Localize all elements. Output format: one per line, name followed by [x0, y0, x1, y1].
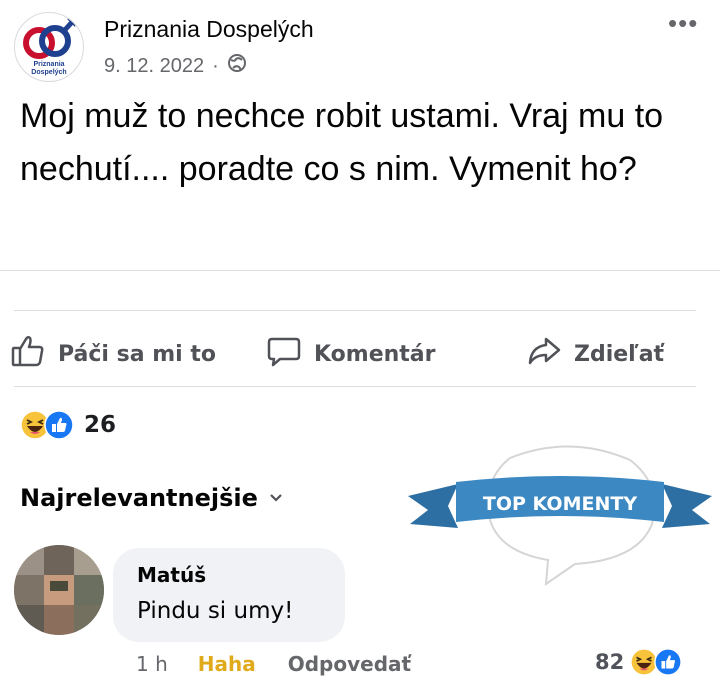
post-text: Moj muž to nechce robit ustami. Vraj mu …	[20, 97, 664, 188]
comment-haha-button[interactable]: Haha	[198, 652, 256, 676]
reaction-count: 26	[84, 412, 117, 438]
divider	[14, 310, 696, 311]
comment-timestamp[interactable]: 1 h	[136, 652, 168, 676]
divider	[14, 386, 696, 387]
comment-label: Komentár	[314, 341, 436, 367]
sort-label: Najrelevantnejšie	[20, 484, 258, 512]
page-logo-icon: Priznania Dospelých	[23, 17, 77, 76]
like-thumb-icon	[654, 648, 683, 676]
like-label: Páči sa mi to	[58, 341, 216, 367]
logo-text-line2: Dospelých	[31, 69, 66, 76]
comment-actions: 1 h Haha Odpovedať	[136, 652, 411, 676]
comment-button[interactable]: Komentár	[266, 333, 436, 375]
ribbon-left-tail	[408, 484, 458, 528]
more-options-icon[interactable]: •••	[668, 8, 698, 39]
page-name-link[interactable]: Priznania Dospelých	[104, 16, 314, 43]
like-thumb-outline-icon	[10, 333, 46, 375]
commenter-avatar[interactable]	[14, 545, 104, 635]
comment-reply-button[interactable]: Odpovedať	[288, 652, 411, 676]
like-thumb-icon	[44, 410, 74, 440]
reactions-summary[interactable]: 26	[20, 410, 116, 440]
page-avatar[interactable]: Priznania Dospelých	[14, 12, 84, 82]
comments-sort-dropdown[interactable]: Najrelevantnejšie	[20, 484, 284, 512]
pixelated-avatar-image	[14, 545, 104, 635]
comment-reaction-count: 82	[595, 650, 625, 674]
comment-text: Pindu si umy!	[137, 598, 294, 624]
meta-separator: ·	[212, 54, 219, 77]
comment-author[interactable]: Matúš	[137, 563, 206, 587]
post-date[interactable]: 9. 12. 2022	[104, 55, 204, 78]
sticker-label: TOP KOMENTY	[483, 493, 637, 515]
chevron-down-icon	[268, 484, 284, 512]
logo-text-line1: Priznania	[33, 61, 64, 68]
divider	[0, 270, 720, 271]
comment-bubble-icon	[266, 333, 302, 375]
share-button[interactable]: Zdieľať	[526, 333, 664, 375]
like-button[interactable]: Páči sa mi to	[10, 333, 216, 375]
share-label: Zdieľať	[574, 341, 665, 367]
globe-icon	[227, 53, 247, 79]
post-meta: 9. 12. 2022 ·	[104, 53, 247, 79]
comment-reactions[interactable]: 82	[595, 648, 683, 676]
ribbon-right-tail	[662, 484, 712, 528]
share-arrow-icon	[526, 333, 562, 375]
top-comments-sticker: TOP KOMENTY	[408, 445, 712, 587]
